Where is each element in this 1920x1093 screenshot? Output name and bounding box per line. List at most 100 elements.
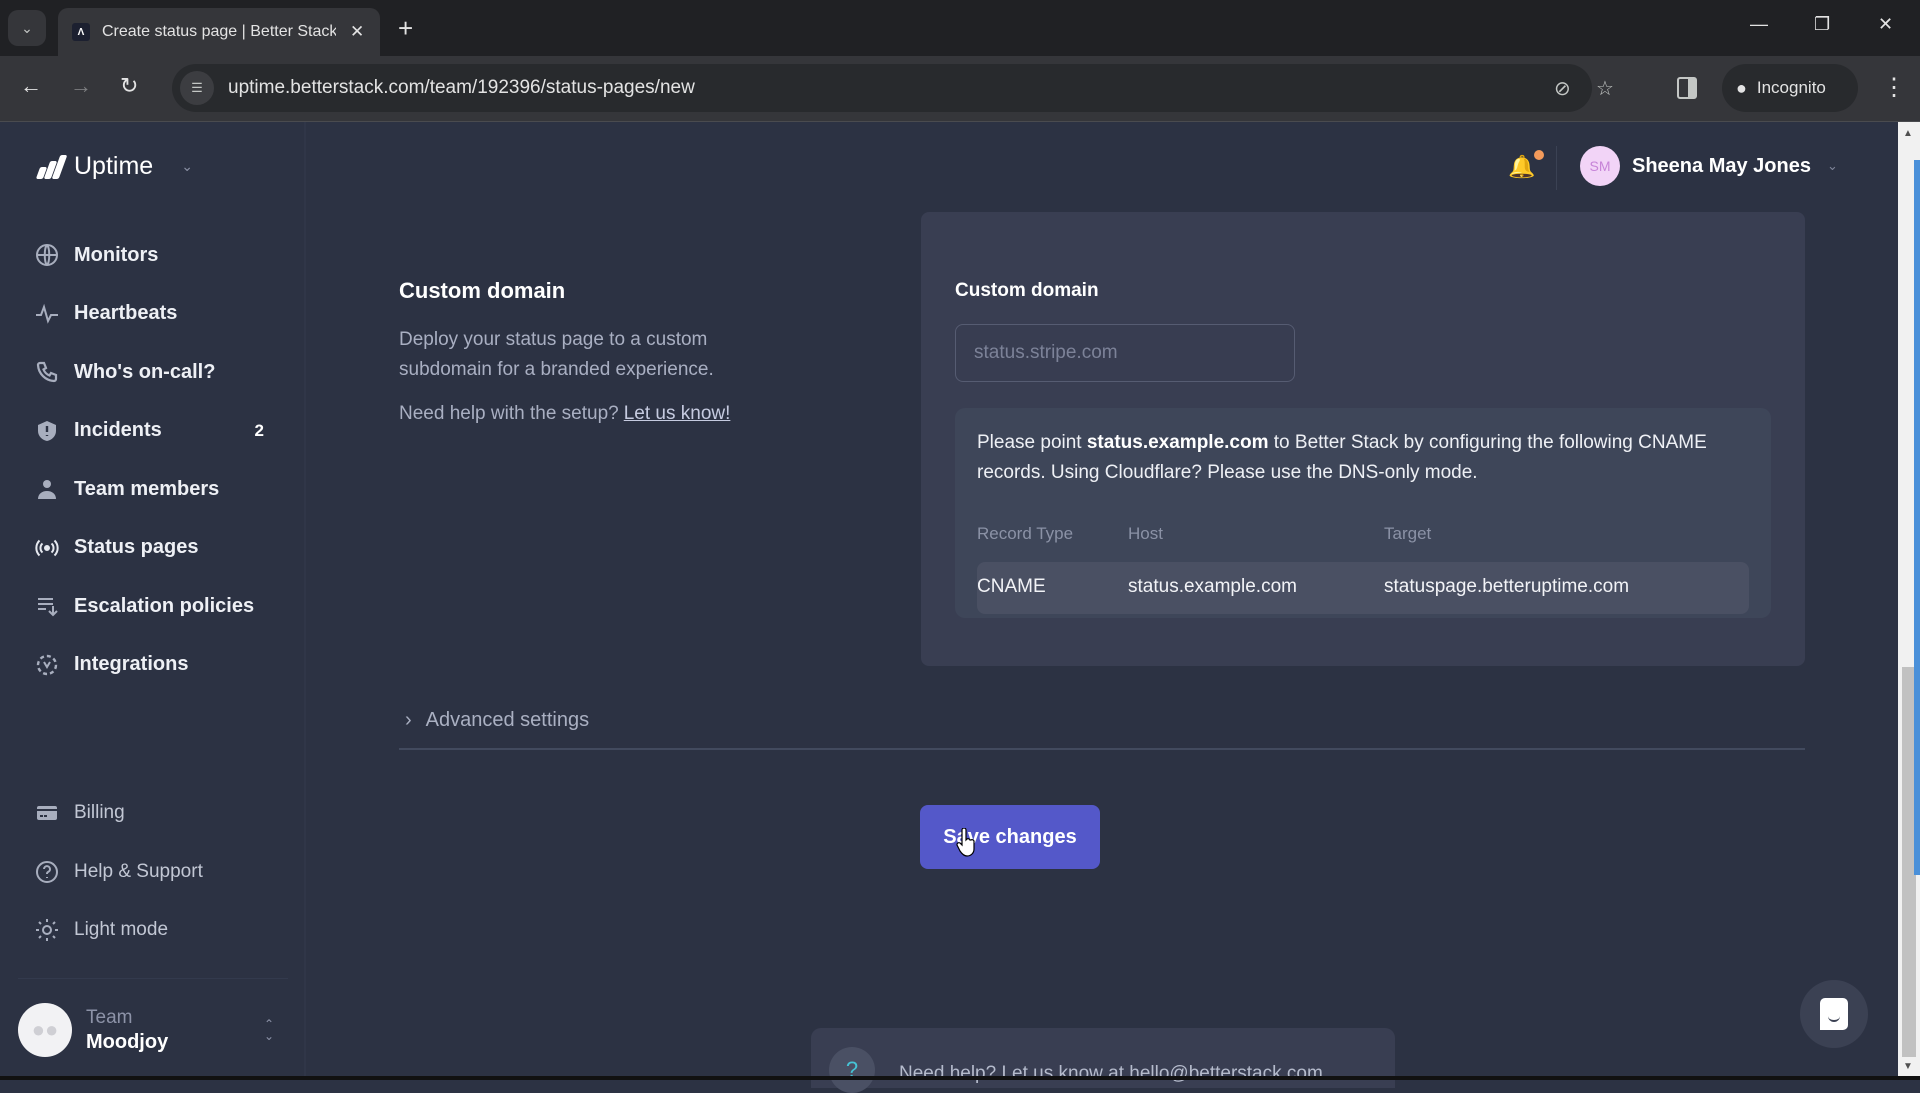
chevron-down-icon: ⌄ [1826,158,1838,173]
betterstack-logo-icon: Λ [72,23,90,41]
heartbeat-icon [34,301,60,327]
browser-toolbar: ← → ↻ ☰ uptime.betterstack.com/team/1923… [0,56,1920,122]
sidebar-item-monitors[interactable]: Monitors [34,226,274,285]
incognito-badge[interactable]: ● Incognito [1722,64,1858,112]
custom-domain-label: Custom domain [955,280,1099,301]
tune-icon[interactable]: ☰ [180,71,214,105]
eye-off-icon[interactable]: ⊘ [1554,76,1571,101]
user-menu[interactable]: SM Sheena May Jones ⌄ [1580,146,1838,186]
close-icon[interactable]: ✕ [350,22,364,42]
address-bar[interactable]: ☰ uptime.betterstack.com/team/192396/sta… [172,64,1614,112]
back-icon[interactable]: ← [20,74,42,98]
broadcast-icon [34,535,60,561]
app-root: Uptime ⌄ Monitors Heartbeats Who's on-ca… [0,122,1898,1093]
notification-dot [1534,150,1544,160]
sidebar-item-label: Who's on-call? [74,360,216,383]
forward-icon[interactable]: → [70,74,92,98]
table-header-record-type: Record Type [977,524,1074,543]
sidebar-item-light-mode[interactable]: Light mode [34,901,274,960]
chevron-up-down-icon: ⌃ ⌄ [263,1017,274,1043]
product-name: Uptime [74,152,154,180]
team-switcher[interactable]: ●● Team Moodjoy ⌃ ⌄ [18,1002,288,1058]
sidebar-item-label: Light mode [74,919,169,941]
sidebar-item-incidents[interactable]: Incidents 2 [34,402,274,461]
sun-icon [34,917,60,943]
avatar: SM [1580,146,1620,186]
sidebar-item-escalation-policies[interactable]: Escalation policies [34,577,274,636]
section-description: Deploy your status page to a custom subd… [399,329,714,380]
side-panel-icon[interactable] [1677,77,1697,99]
incidents-count-badge: 2 [254,420,264,440]
sidebar-item-status-pages[interactable]: Status pages [34,519,274,578]
table-row: CNAME status.example.com statuspage.bett… [977,562,1749,614]
sidebar-item-help-support[interactable]: Help & Support [34,843,274,902]
user-name: Sheena May Jones [1632,154,1811,177]
uptime-logo-icon [35,154,68,179]
dns-instructions-text: Please point status.example.com to Bette… [977,428,1757,488]
product-switcher[interactable]: Uptime ⌄ [35,152,193,181]
help-prefix: Need help with the setup? [399,403,619,424]
table-header-host: Host [1128,524,1163,543]
window-close-icon[interactable]: ✕ [1878,14,1893,35]
url-text[interactable]: uptime.betterstack.com/team/192396/statu… [228,77,695,99]
team-label: Team [86,1006,133,1028]
cell-target: statuspage.betteruptime.com [1384,576,1630,597]
shield-alert-icon [34,418,60,444]
help-banner-text[interactable]: Need help? Let us know at hello@betterst… [899,1063,1323,1085]
scroll-down-icon[interactable]: ▼ [1903,1061,1913,1072]
star-icon[interactable]: ☆ [1596,76,1614,101]
sidebar-item-integrations[interactable]: Integrations [34,636,274,695]
sidebar-nav: Monitors Heartbeats Who's on-call? Incid… [34,226,274,694]
minimize-icon[interactable]: — [1750,14,1768,35]
user-icon [34,476,60,502]
sidebar-item-label: Monitors [74,243,159,266]
section-help: Need help with the setup? Let us know! [399,403,730,425]
sidebar-item-heartbeats[interactable]: Heartbeats [34,285,274,344]
sidebar-item-label: Help & Support [74,860,203,882]
scroll-up-icon[interactable]: ▲ [1903,128,1913,139]
scroll-indicator [1914,160,1920,875]
let-us-know-link[interactable]: Let us know! [624,403,731,424]
chevron-down-icon: ⌄ [181,158,193,174]
sidebar-item-label: Escalation policies [74,594,255,617]
custom-domain-input[interactable] [955,324,1295,382]
sidebar-item-team-members[interactable]: Team members [34,460,274,519]
advanced-settings-toggle[interactable]: › Advanced settings [399,708,1805,750]
sidebar-item-on-call[interactable]: Who's on-call? [34,343,274,402]
bell-icon[interactable]: 🔔 [1508,154,1535,180]
team-name: Moodjoy [86,1030,169,1053]
restore-icon[interactable]: ❐ [1814,14,1830,35]
advanced-settings-label: Advanced settings [425,709,590,731]
kebab-menu-icon[interactable]: ⋮ [1882,70,1906,106]
sidebar-item-label: Status pages [74,536,199,559]
section-title: Custom domain [399,278,566,303]
dns-instructions: Please point status.example.com to Bette… [955,408,1771,618]
tab-search-button[interactable]: ⌄ [8,10,46,46]
help-circle-icon [34,859,60,885]
chat-button[interactable] [1800,980,1868,1048]
new-tab-button[interactable]: + [398,14,413,42]
chevron-right-icon: › [405,709,412,731]
sidebar: Uptime ⌄ Monitors Heartbeats Who's on-ca… [0,122,306,1080]
incognito-label: Incognito [1756,78,1826,97]
divider [1556,146,1557,190]
chat-icon [1820,998,1848,1030]
chevron-down-icon: ⌄ [21,19,33,36]
save-changes-button[interactable]: Save changes [920,805,1100,869]
table-header-target: Target [1384,524,1432,543]
hand-cursor-icon [956,828,975,857]
sidebar-bottom-nav: Billing Help & Support Light mode [34,784,274,960]
browser-tab-active[interactable]: Λ Create status page | Better Stack ✕ [58,8,380,56]
cell-host: status.example.com [1128,576,1297,597]
divider [18,978,288,979]
sidebar-item-label: Heartbeats [74,302,178,325]
sidebar-item-label: Integrations [74,653,189,676]
help-circle-icon: ? [829,1047,875,1093]
sidebar-item-billing[interactable]: Billing [34,784,274,843]
globe-icon [34,242,60,268]
list-arrow-icon [34,593,60,619]
window-edge [0,1076,1920,1080]
cell-record-type: CNAME [977,576,1046,597]
reload-icon[interactable]: ↻ [120,74,138,98]
sidebar-item-label: Incidents [74,419,162,442]
